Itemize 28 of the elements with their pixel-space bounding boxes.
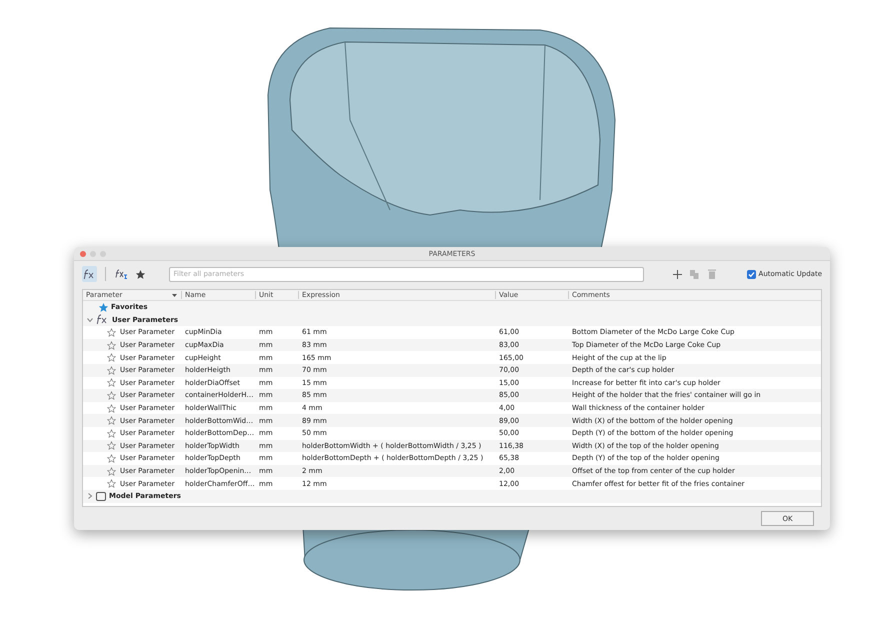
checkbox[interactable] (746, 270, 756, 278)
copy-icon (690, 270, 700, 278)
star-icon[interactable] (99, 302, 108, 312)
chevron-icon[interactable] (87, 493, 93, 500)
star-icon[interactable] (107, 340, 116, 350)
star-icon[interactable] (107, 416, 116, 426)
star-icon[interactable] (107, 466, 116, 476)
star-icon[interactable] (107, 428, 116, 438)
star-icon[interactable] (107, 366, 116, 375)
star-icon[interactable] (107, 404, 116, 413)
trash-icon (708, 269, 716, 279)
function-icon (83, 268, 96, 280)
box-icon (96, 492, 106, 501)
star-icon[interactable] (107, 378, 116, 388)
star-icon[interactable] (136, 270, 146, 278)
function-icon (96, 314, 109, 326)
star-icon[interactable] (107, 454, 116, 463)
chevron-down-icon (172, 294, 177, 296)
star-icon[interactable] (107, 328, 116, 337)
chevron-icon[interactable] (87, 316, 93, 323)
function-user-icon (115, 268, 128, 280)
plus-icon (672, 270, 682, 278)
star-icon[interactable] (107, 479, 116, 488)
all-parameters-button[interactable] (82, 266, 98, 282)
close-button[interactable] (80, 250, 86, 256)
star-icon[interactable] (107, 441, 116, 450)
star-icon[interactable] (107, 390, 116, 400)
star-icon[interactable] (107, 353, 116, 362)
